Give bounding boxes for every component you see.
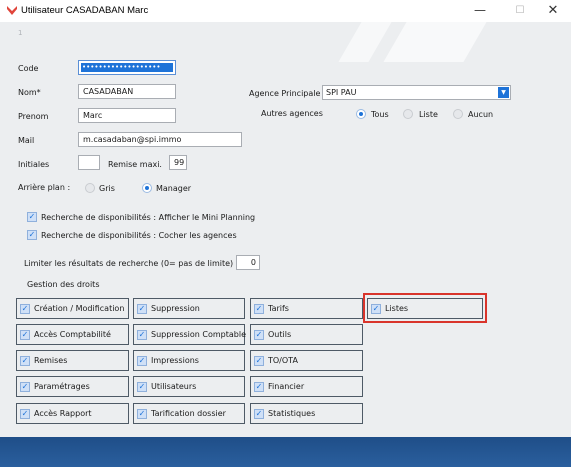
mail-field[interactable]: m.casadaban@spi.immo: [78, 132, 242, 147]
checkbox[interactable]: ✓: [137, 304, 147, 314]
remise-label: Remise maxi.: [108, 160, 162, 169]
checkbox[interactable]: ✓: [137, 356, 147, 366]
remise-field[interactable]: 99: [169, 155, 187, 170]
agence-label: Agence Principale: [249, 89, 321, 98]
radio-manager-label: Manager: [156, 184, 192, 193]
checkbox[interactable]: ✓: [20, 409, 30, 419]
code-label: Code: [18, 64, 39, 73]
app-logo-icon: [7, 6, 17, 15]
checkbox-mini-planning[interactable]: ✓: [27, 212, 37, 222]
prenom-field[interactable]: Marc: [78, 108, 176, 123]
right-to-ota[interactable]: ✓ TO/OTA: [250, 350, 363, 371]
minimize-button[interactable]: —: [460, 0, 500, 22]
decorative-stripe: [383, 22, 487, 62]
code-field[interactable]: •••••••••••••••••••: [78, 60, 176, 75]
highlight-box: [363, 293, 487, 323]
page-number: 1: [18, 29, 23, 37]
right-suppression-comptable[interactable]: ✓ Suppression Comptable: [133, 324, 246, 345]
right-utilisateurs[interactable]: ✓ Utilisateurs: [133, 376, 245, 397]
autres-agences-label: Autres agences: [261, 109, 323, 118]
checkbox[interactable]: ✓: [137, 409, 147, 419]
radio-gris-label: Gris: [99, 184, 115, 193]
limiter-label: Limiter les résultats de recherche (0= p…: [24, 259, 234, 268]
checkbox-cocher-agences[interactable]: ✓: [27, 230, 37, 240]
checkbox[interactable]: ✓: [254, 409, 264, 419]
checkbox[interactable]: ✓: [137, 330, 147, 340]
right-financier[interactable]: ✓ Financier: [250, 376, 363, 397]
radio-gris[interactable]: [85, 183, 95, 193]
footer-bar: [0, 437, 571, 467]
initiales-label: Initiales: [18, 160, 50, 169]
right-creation-modification[interactable]: ✓ Création / Modification: [16, 298, 129, 319]
right-outils[interactable]: ✓ Outils: [250, 324, 363, 345]
gestion-droits-label: Gestion des droits: [27, 280, 100, 289]
checkbox[interactable]: ✓: [254, 304, 264, 314]
right-acces-rapport[interactable]: ✓ Accès Rapport: [16, 403, 129, 424]
radio-manager[interactable]: [142, 183, 152, 193]
right-statistiques[interactable]: ✓ Statistiques: [250, 403, 363, 424]
title-bar: Utilisateur CASADABAN Marc — ☐ ✕: [0, 0, 571, 22]
radio-aucun[interactable]: [453, 109, 463, 119]
decorative-stripe: [338, 22, 392, 62]
right-tarifs[interactable]: ✓ Tarifs: [250, 298, 363, 319]
nom-field[interactable]: CASADABAN: [78, 84, 176, 99]
checkbox[interactable]: ✓: [20, 330, 30, 340]
close-button[interactable]: ✕: [533, 0, 571, 22]
checkbox[interactable]: ✓: [20, 356, 30, 366]
right-remises[interactable]: ✓ Remises: [16, 350, 129, 371]
radio-tous-label: Tous: [371, 110, 389, 119]
right-tarification-dossier[interactable]: ✓ Tarification dossier: [133, 403, 245, 424]
nom-label: Nom*: [18, 88, 41, 97]
right-parametrages[interactable]: ✓ Paramétrages: [16, 376, 129, 397]
cocher-agences-label: Recherche de disponibilités : Cocher les…: [41, 231, 237, 240]
limiter-field[interactable]: 0: [236, 255, 260, 270]
radio-aucun-label: Aucun: [468, 110, 494, 119]
mini-planning-label: Recherche de disponibilités : Afficher l…: [41, 213, 256, 222]
arriere-plan-label: Arrière plan :: [18, 183, 71, 192]
mail-label: Mail: [18, 136, 35, 145]
chevron-down-icon[interactable]: ▼: [498, 87, 509, 98]
checkbox[interactable]: ✓: [137, 382, 147, 392]
checkbox[interactable]: ✓: [20, 382, 30, 392]
code-value: •••••••••••••••••••: [81, 63, 173, 72]
initiales-field[interactable]: [78, 155, 100, 170]
right-impressions[interactable]: ✓ Impressions: [133, 350, 245, 371]
agence-select[interactable]: SPI PAU ▼: [322, 85, 511, 100]
checkbox[interactable]: ✓: [254, 382, 264, 392]
checkbox[interactable]: ✓: [20, 304, 30, 314]
right-acces-comptabilite[interactable]: ✓ Accès Comptabilité: [16, 324, 129, 345]
agence-value: SPI PAU: [326, 88, 357, 97]
right-suppression[interactable]: ✓ Suppression: [133, 298, 245, 319]
radio-tous[interactable]: [356, 109, 366, 119]
checkbox[interactable]: ✓: [254, 356, 264, 366]
radio-liste-label: Liste: [419, 110, 438, 119]
prenom-label: Prenom: [18, 112, 49, 121]
radio-liste[interactable]: [403, 109, 413, 119]
checkbox[interactable]: ✓: [254, 330, 264, 340]
window-title: Utilisateur CASADABAN Marc: [21, 5, 149, 16]
